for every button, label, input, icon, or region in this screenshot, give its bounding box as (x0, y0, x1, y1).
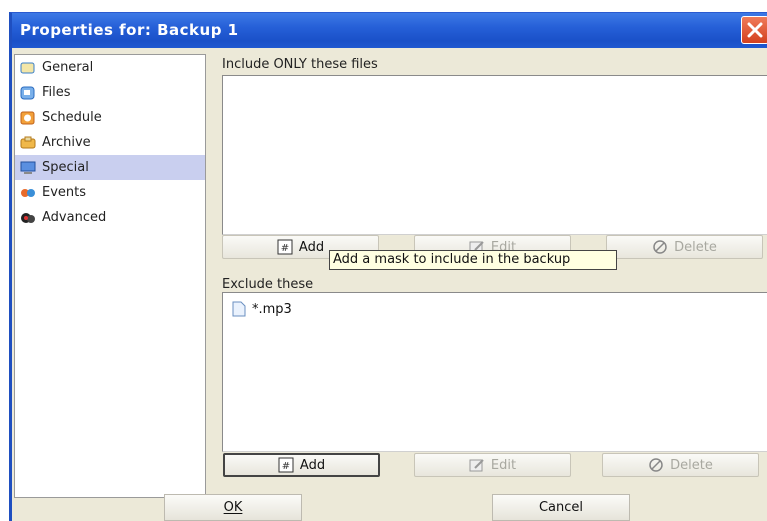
sidebar-item-advanced[interactable]: Advanced (15, 205, 205, 230)
general-icon (20, 62, 35, 73)
window-title: Properties for: Backup 1 (20, 21, 239, 39)
svg-text:#: # (282, 461, 290, 472)
ok-button[interactable]: OK (164, 494, 302, 521)
edit-icon (469, 459, 484, 472)
sidebar-item-label: Files (42, 85, 71, 100)
sidebar-item-special[interactable]: Special (15, 155, 205, 180)
sidebar-item-files[interactable]: Files (15, 80, 205, 105)
schedule-icon (20, 111, 35, 124)
sidebar-item-label: Archive (42, 135, 91, 150)
events-icon (21, 188, 35, 197)
title-bar[interactable]: Properties for: Backup 1 (12, 13, 767, 48)
include-label: Include ONLY these files (222, 57, 378, 72)
special-icon (20, 161, 36, 174)
exclude-delete-button[interactable]: Delete (602, 453, 759, 477)
sidebar-item-label: Advanced (42, 210, 107, 225)
sidebar-item-label: Schedule (42, 110, 102, 125)
include-delete-button[interactable]: Delete (606, 235, 763, 259)
sidebar-item-schedule[interactable]: Schedule (15, 105, 205, 130)
exclude-list[interactable]: *.mp3 (222, 292, 767, 452)
sidebar-item-general[interactable]: General (15, 55, 205, 80)
sidebar-item-label: General (42, 60, 94, 75)
category-list: General Files Schedule Archive Special E… (14, 54, 206, 498)
tooltip: Add a mask to include in the backup (329, 250, 617, 270)
sidebar-item-archive[interactable]: Archive (15, 130, 205, 155)
cancel-button[interactable]: Cancel (492, 494, 630, 521)
list-item[interactable]: *.mp3 (231, 301, 292, 317)
exclude-label: Exclude these (222, 277, 314, 292)
mask-icon: # (277, 239, 293, 255)
close-icon (747, 22, 763, 38)
advanced-icon (21, 212, 35, 223)
svg-text:#: # (281, 243, 289, 254)
file-icon (232, 301, 246, 317)
archive-icon (20, 136, 36, 148)
include-list[interactable] (222, 75, 767, 235)
close-button[interactable] (741, 16, 767, 44)
delete-icon (649, 458, 663, 472)
files-icon (20, 86, 35, 99)
exclude-add-button[interactable]: # Add (223, 453, 380, 477)
sidebar-item-label: Special (42, 160, 89, 175)
exclude-edit-button[interactable]: Edit (414, 453, 571, 477)
sidebar-item-label: Events (42, 185, 87, 200)
delete-icon (653, 240, 667, 254)
sidebar-item-events[interactable]: Events (15, 180, 205, 205)
mask-icon: # (278, 457, 294, 473)
